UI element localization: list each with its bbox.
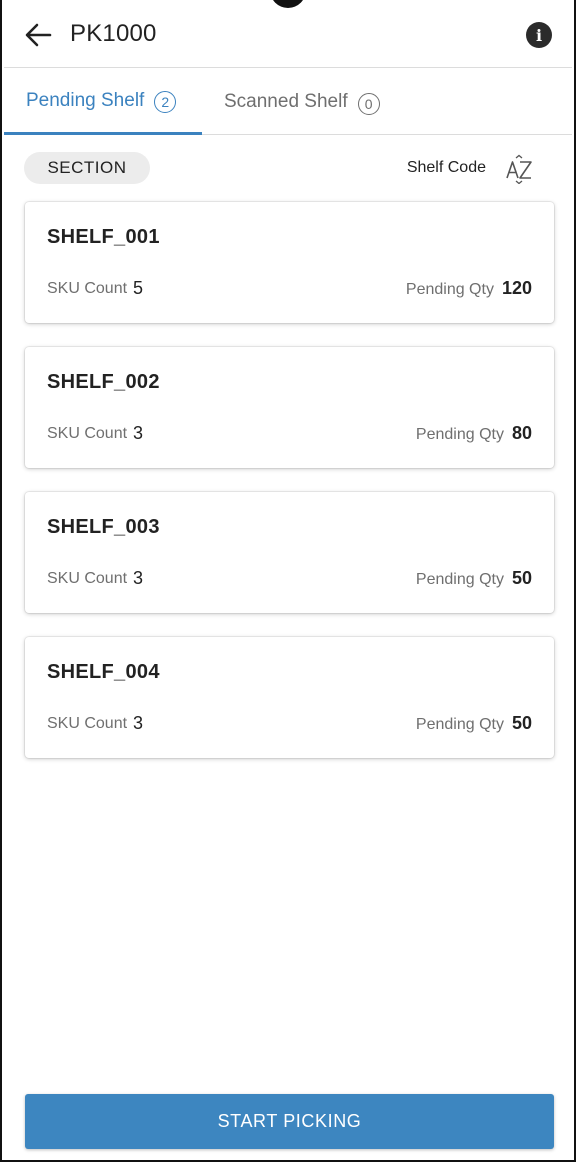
pending-qty-group: Pending Qty 120 bbox=[406, 278, 532, 299]
count-badge: 0 bbox=[357, 92, 380, 115]
shelf-card[interactable]: SHELF_002 SKU Count 3 Pending Qty 80 bbox=[25, 347, 554, 468]
info-glyph: i bbox=[535, 25, 543, 45]
shelf-code: SHELF_004 bbox=[47, 661, 160, 683]
start-picking-button[interactable]: START PICKING bbox=[25, 1094, 554, 1149]
device-frame: PK1000 i Pending Shelf 2 Scanned Shelf 0… bbox=[0, 0, 576, 1162]
tab-scanned-shelf[interactable]: Scanned Shelf 0 bbox=[224, 69, 380, 135]
pending-qty-label: Pending Qty bbox=[415, 716, 504, 733]
page-title: PK1000 bbox=[70, 20, 157, 47]
pending-qty-label: Pending Qty bbox=[415, 571, 504, 588]
tab-label: Pending Shelf bbox=[26, 89, 145, 111]
sku-count-value: 3 bbox=[133, 713, 144, 733]
arrow-left-icon[interactable] bbox=[24, 22, 52, 48]
shelf-stats: SKU Count 3 Pending Qty 50 bbox=[47, 568, 532, 590]
pending-qty-group: Pending Qty 50 bbox=[416, 568, 532, 589]
shelf-code: SHELF_002 bbox=[47, 371, 160, 393]
sku-count-value: 3 bbox=[133, 568, 144, 588]
pending-qty-value: 50 bbox=[511, 713, 532, 733]
sku-count-value: 5 bbox=[133, 278, 144, 298]
filter-bar: SECTION Shelf Code bbox=[24, 152, 552, 186]
pending-qty-value: 80 bbox=[511, 423, 532, 443]
shelf-code: SHELF_003 bbox=[47, 516, 160, 538]
pending-qty-value: 120 bbox=[501, 278, 532, 298]
sku-count-label: SKU Count bbox=[47, 715, 128, 732]
sku-count-value: 3 bbox=[133, 423, 144, 443]
tab-pending-shelf[interactable]: Pending Shelf 2 bbox=[4, 69, 202, 135]
count-badge: 2 bbox=[154, 91, 177, 113]
sku-count-label: SKU Count bbox=[47, 570, 128, 587]
sort-alpha-icon[interactable] bbox=[504, 154, 534, 184]
pending-qty-label: Pending Qty bbox=[405, 281, 494, 298]
tab-bar: Pending Shelf 2 Scanned Shelf 0 bbox=[4, 69, 572, 135]
pending-qty-value: 50 bbox=[511, 568, 532, 588]
shelf-code: SHELF_001 bbox=[47, 226, 160, 248]
pending-qty-label: Pending Qty bbox=[415, 426, 504, 443]
app-bar: PK1000 i bbox=[4, 0, 572, 68]
shelf-card[interactable]: SHELF_004 SKU Count 3 Pending Qty 50 bbox=[25, 637, 554, 758]
shelf-stats: SKU Count 3 Pending Qty 80 bbox=[47, 423, 532, 445]
shelf-stats: SKU Count 5 Pending Qty 120 bbox=[47, 278, 532, 300]
tab-label: Scanned Shelf bbox=[224, 91, 348, 112]
section-filter-chip[interactable]: SECTION bbox=[24, 152, 150, 184]
sku-count-label: SKU Count bbox=[47, 425, 128, 442]
info-icon[interactable]: i bbox=[526, 22, 552, 48]
shelf-stats: SKU Count 3 Pending Qty 50 bbox=[47, 713, 532, 735]
shelf-list: SHELF_001 SKU Count 5 Pending Qty 120 SH… bbox=[25, 202, 554, 782]
pending-qty-group: Pending Qty 50 bbox=[416, 713, 532, 734]
shelf-card[interactable]: SHELF_003 SKU Count 3 Pending Qty 50 bbox=[25, 492, 554, 613]
sort-label: Shelf Code bbox=[406, 159, 486, 176]
pending-qty-group: Pending Qty 80 bbox=[416, 423, 532, 444]
sku-count-label: SKU Count bbox=[47, 280, 128, 297]
shelf-card[interactable]: SHELF_001 SKU Count 5 Pending Qty 120 bbox=[25, 202, 554, 323]
